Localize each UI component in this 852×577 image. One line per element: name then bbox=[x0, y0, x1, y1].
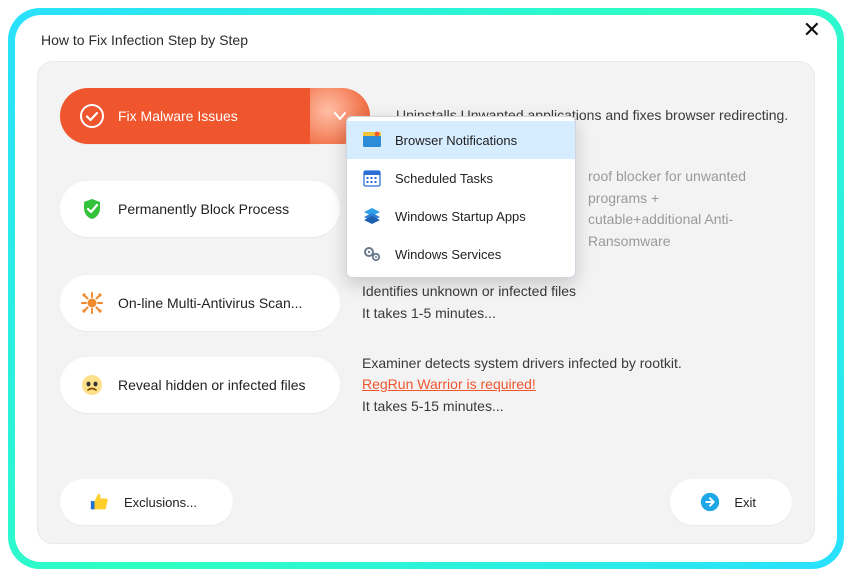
shield-icon bbox=[78, 195, 106, 223]
exit-label: Exit bbox=[734, 495, 756, 510]
calendar-icon bbox=[361, 167, 383, 189]
step-3-label: On-line Multi-Antivirus Scan... bbox=[118, 295, 302, 311]
gears-icon bbox=[361, 243, 383, 265]
outer-frame: How to Fix Infection Step by Step ✕ Fix … bbox=[8, 8, 844, 569]
titlebar: How to Fix Infection Step by Step bbox=[37, 29, 815, 51]
fix-malware-dropdown-menu: Browser Notifications Scheduled Tasks Wi… bbox=[346, 116, 576, 278]
footer: Exclusions... Exit bbox=[60, 479, 792, 525]
check-circle-icon bbox=[78, 102, 106, 130]
content-panel: Fix Malware Issues Uninstalls Unwanted a… bbox=[37, 61, 815, 544]
browser-icon bbox=[361, 129, 383, 151]
close-button[interactable]: ✕ bbox=[803, 17, 821, 43]
step-3-desc-line1: Identifies unknown or infected files bbox=[362, 281, 792, 303]
regrun-warrior-link[interactable]: RegRun Warrior is required! bbox=[362, 376, 536, 392]
mask-icon bbox=[78, 371, 106, 399]
step-1-label: Fix Malware Issues bbox=[118, 108, 238, 124]
layers-icon bbox=[361, 205, 383, 227]
step-4-label: Reveal hidden or infected files bbox=[118, 377, 306, 393]
menu-item-scheduled-tasks[interactable]: Scheduled Tasks bbox=[347, 159, 575, 197]
menu-item-2-label: Windows Startup Apps bbox=[395, 209, 526, 224]
menu-item-startup-apps[interactable]: Windows Startup Apps bbox=[347, 197, 575, 235]
menu-item-0-label: Browser Notifications bbox=[395, 133, 517, 148]
virus-icon bbox=[78, 289, 106, 317]
exclusions-label: Exclusions... bbox=[124, 495, 197, 510]
step-4-desc-line1: Examiner detects system drivers infected… bbox=[362, 353, 792, 375]
step-4-desc-line3: It takes 5-15 minutes... bbox=[362, 396, 792, 418]
window: How to Fix Infection Step by Step ✕ Fix … bbox=[15, 15, 837, 562]
window-title: How to Fix Infection Step by Step bbox=[41, 32, 248, 48]
step-2-desc-line1: roof blocker for unwanted programs + bbox=[588, 166, 792, 209]
reveal-hidden-button[interactable]: Reveal hidden or infected files bbox=[60, 357, 340, 413]
exclusions-button[interactable]: Exclusions... bbox=[60, 479, 233, 525]
menu-item-1-label: Scheduled Tasks bbox=[395, 171, 493, 186]
step-row-3: On-line Multi-Antivirus Scan... Identifi… bbox=[60, 275, 792, 331]
menu-item-3-label: Windows Services bbox=[395, 247, 501, 262]
menu-item-browser-notifications[interactable]: Browser Notifications bbox=[347, 121, 575, 159]
step-2-label: Permanently Block Process bbox=[118, 201, 289, 217]
menu-item-windows-services[interactable]: Windows Services bbox=[347, 235, 575, 273]
step-3-desc: Identifies unknown or infected files It … bbox=[362, 281, 792, 324]
block-process-button[interactable]: Permanently Block Process bbox=[60, 181, 340, 237]
antivirus-scan-button[interactable]: On-line Multi-Antivirus Scan... bbox=[60, 275, 340, 331]
step-row-4: Reveal hidden or infected files Examiner… bbox=[60, 353, 792, 418]
exit-button[interactable]: Exit bbox=[670, 479, 792, 525]
thumbs-up-icon bbox=[86, 488, 114, 516]
fix-malware-button[interactable]: Fix Malware Issues bbox=[60, 88, 340, 144]
step-3-desc-line2: It takes 1-5 minutes... bbox=[362, 303, 792, 325]
step-2-desc-line2: cutable+additional Anti-Ransomware bbox=[588, 209, 792, 252]
exit-icon bbox=[696, 488, 724, 516]
step-4-desc: Examiner detects system drivers infected… bbox=[362, 353, 792, 418]
